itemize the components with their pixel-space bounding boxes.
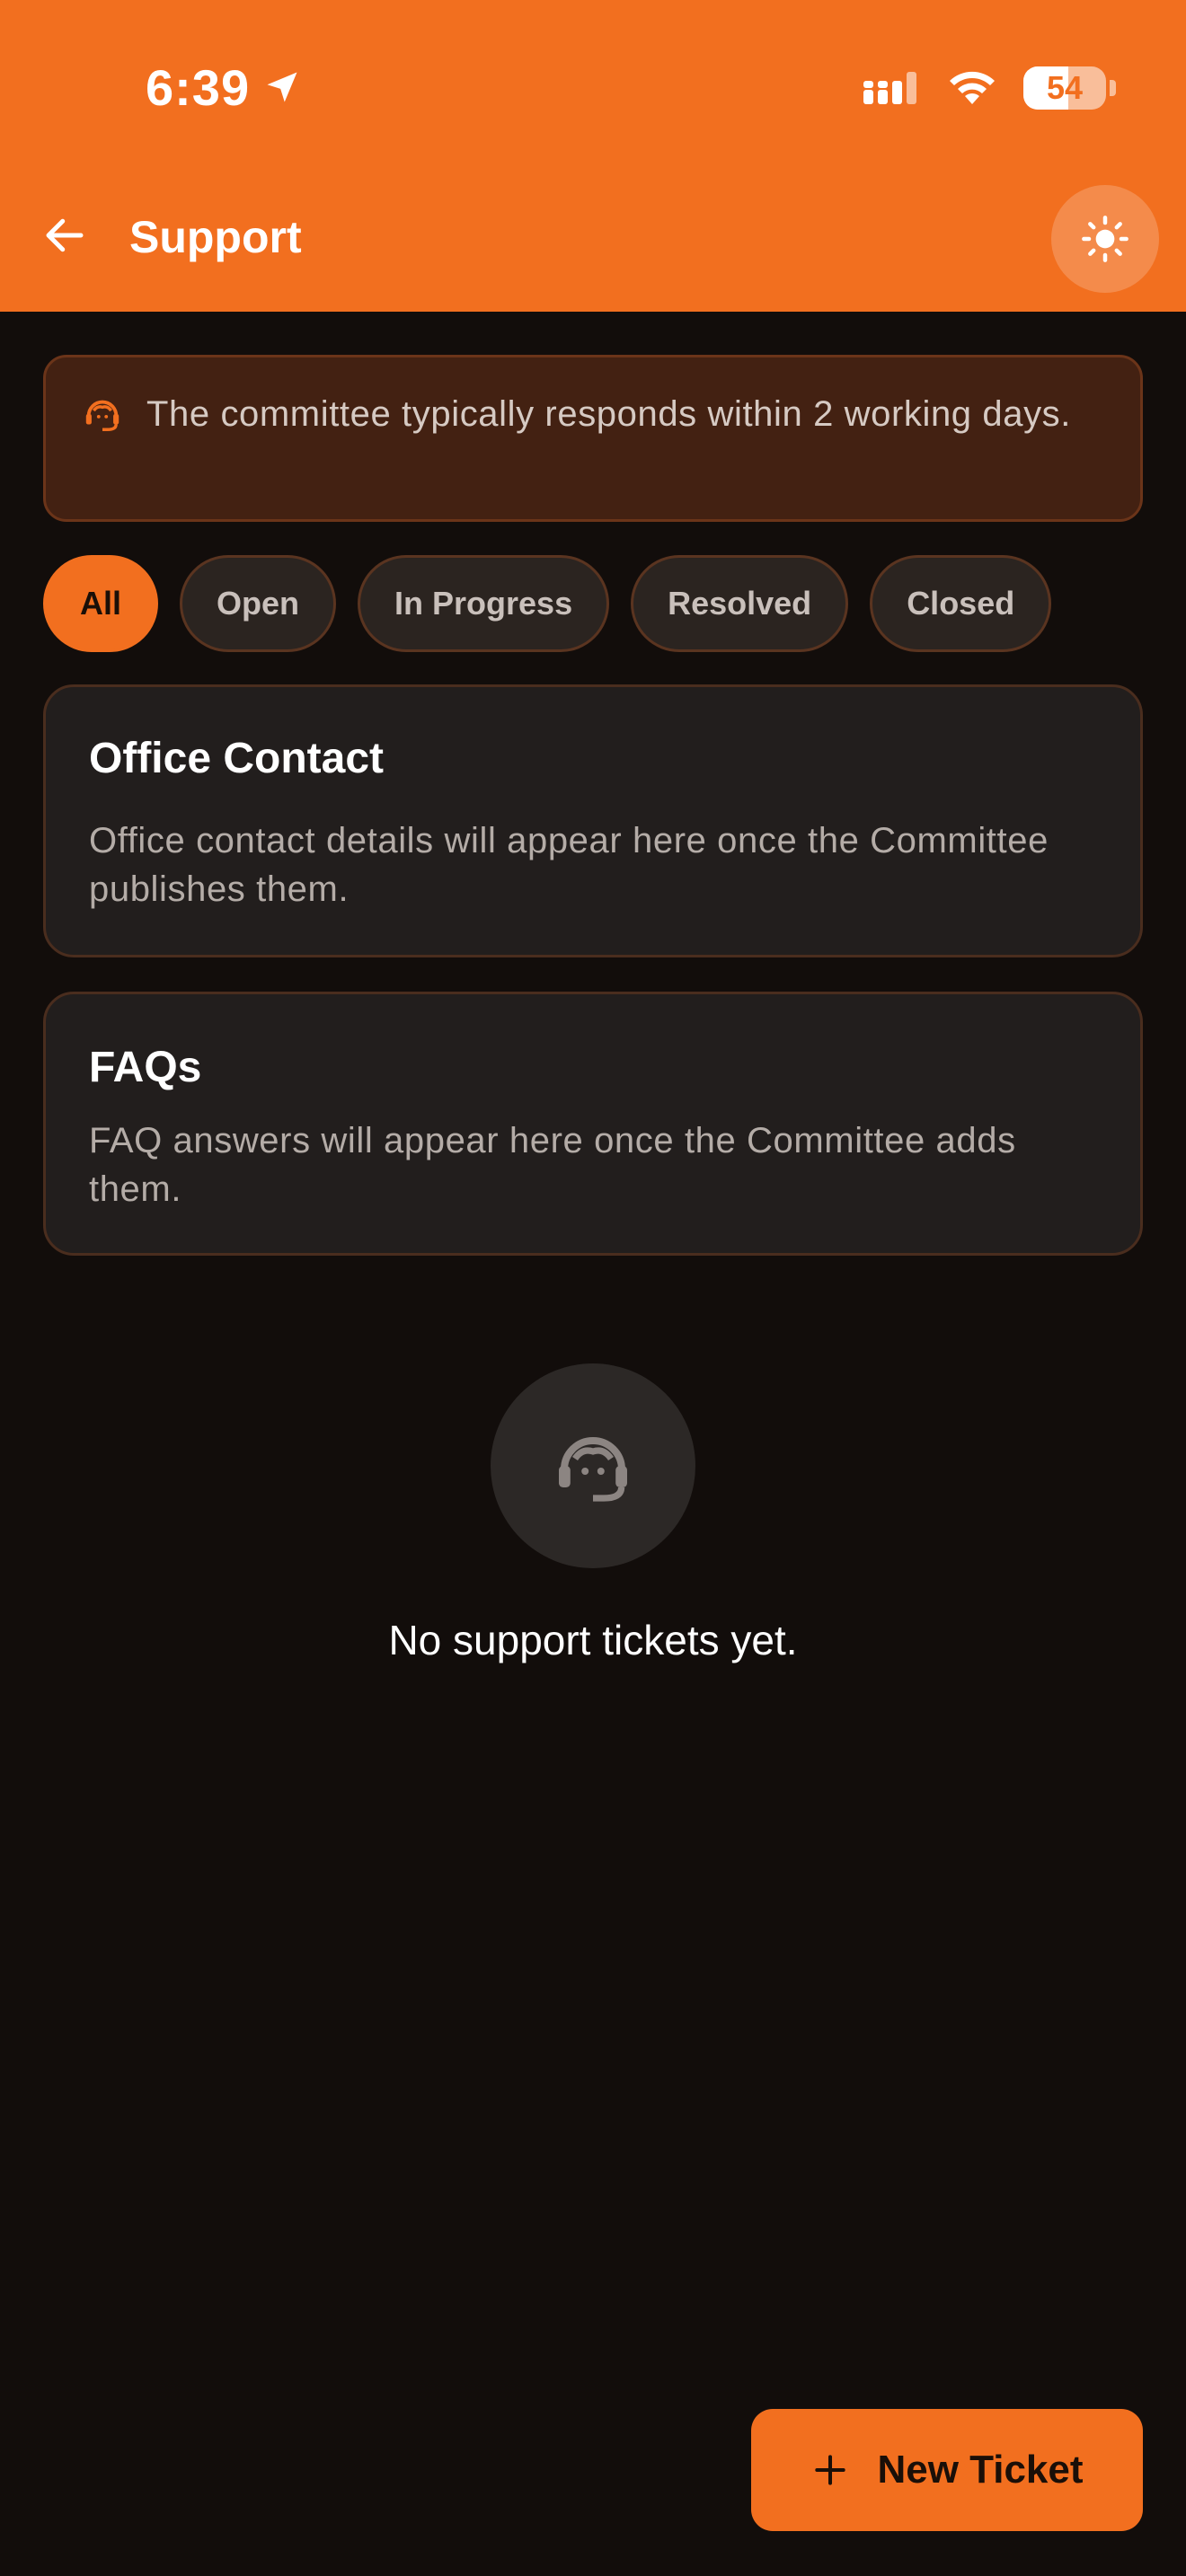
sun-icon [1082,216,1128,262]
battery-cap [1110,80,1116,96]
battery-indicator: 54 [1023,66,1106,110]
headset-agent-icon [559,1437,627,1502]
filter-chip-closed[interactable]: Closed [870,555,1052,652]
wifi-icon [950,71,995,104]
app-header: 6:39 54 Support [0,0,1186,312]
office-contact-body: Office contact details will appear here … [89,821,1049,909]
office-contact-title: Office Contact [89,735,385,782]
notice-text: The committee typically responds within … [146,394,1071,434]
headset-agent-icon [85,400,119,431]
filter-chip-open[interactable]: Open [180,555,337,652]
new-ticket-button[interactable]: New Ticket [751,2409,1143,2531]
filter-chip-all[interactable]: All [43,555,159,652]
status-filter-chips: All Open In Progress Resolved Closed [43,555,1052,652]
empty-state-icon-circle [491,1363,695,1568]
back-button[interactable] [32,203,97,268]
response-time-notice: The committee typically responds within … [43,355,1143,522]
theme-toggle-button[interactable] [1051,185,1159,293]
filter-chip-in-progress[interactable]: In Progress [358,555,610,652]
plus-icon [815,2455,846,2485]
battery-percent: 54 [1046,69,1084,106]
status-bar-icons: 54 [862,63,1116,113]
location-arrow-icon [267,72,297,102]
status-bar-time: 6:39 [146,56,302,119]
page-title: Support [129,212,302,262]
new-ticket-label: New Ticket [877,2448,1084,2492]
filter-chip-resolved[interactable]: Resolved [631,555,849,652]
faqs-title: FAQs [89,1044,202,1091]
cellular-signal-icon [863,72,916,104]
clock-label: 6:39 [146,58,251,116]
arrow-left-icon [46,218,84,252]
office-contact-card: Office Contact Office contact details wi… [43,684,1143,957]
faqs-card: FAQs FAQ answers will appear here once t… [43,992,1143,1256]
empty-state-message: No support tickets yet. [388,1617,798,1663]
faqs-body: FAQ answers will appear here once the Co… [89,1121,1016,1209]
